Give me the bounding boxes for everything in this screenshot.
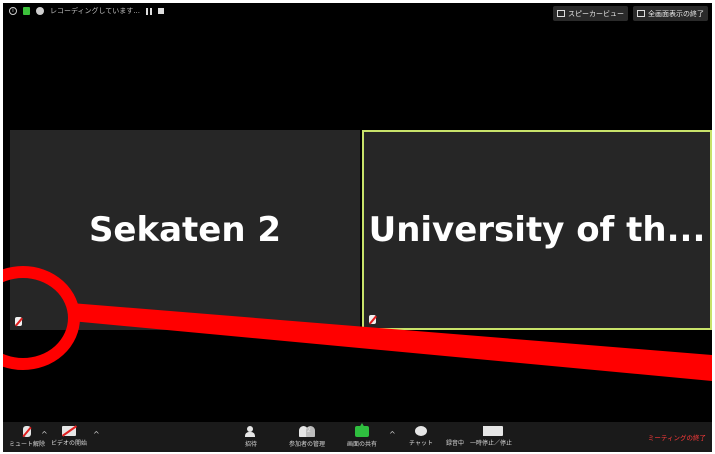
pause-stop-icon	[479, 426, 503, 436]
muted-mic-icon	[15, 317, 22, 326]
participant-name: University of th...	[368, 210, 706, 250]
muted-microphone-icon	[23, 426, 31, 437]
exit-fullscreen-icon	[637, 10, 645, 17]
start-video-button[interactable]: ビデオの開始	[51, 426, 87, 447]
unmute-button[interactable]: ミュート解除	[9, 426, 45, 448]
participants-label: 参加者の管理	[289, 441, 326, 448]
participant-name: Sekaten 2	[88, 210, 282, 250]
invite-label: 招待	[245, 441, 258, 448]
share-screen-button[interactable]: 画面の共有	[347, 423, 378, 448]
recording-status: 録音中	[446, 426, 464, 447]
chat-bubble-icon	[414, 426, 427, 436]
pause-stop-label: 一時停止／停止	[470, 440, 513, 447]
exit-fullscreen-label: 全画面表示の終了	[648, 9, 704, 18]
speaker-view-button[interactable]: スピーカービュー	[553, 6, 628, 21]
chat-button[interactable]: チャット	[409, 426, 433, 447]
recording-status-text: レコーディングしています...	[50, 7, 140, 15]
start-video-label: ビデオの開始	[51, 440, 88, 447]
stop-recording-icon[interactable]	[157, 8, 164, 14]
share-screen-icon	[355, 423, 369, 437]
chat-label: チャット	[409, 440, 433, 447]
meeting-window: i レコーディングしています... スピーカービュー 全画面表示の終了 Seka…	[3, 3, 712, 452]
audio-options-chevron-icon[interactable]: ^	[41, 430, 48, 439]
pause-stop-recording-button[interactable]: 一時停止／停止	[470, 426, 512, 447]
cloud-recording-icon	[36, 7, 44, 15]
pause-recording-icon[interactable]	[145, 7, 152, 15]
video-off-icon	[62, 426, 76, 436]
meeting-status-group: i レコーディングしています...	[9, 6, 164, 16]
invite-button[interactable]: 招待	[245, 426, 257, 448]
lock-icon[interactable]	[23, 7, 30, 15]
speaker-view-label: スピーカービュー	[568, 9, 624, 18]
speaker-view-icon	[557, 10, 565, 17]
bottom-toolbar: ミュート解除 ^ ビデオの開始 ^ 招待 2 参加者の管理 画面の共有 ^ チャ…	[3, 422, 712, 452]
share-options-chevron-icon[interactable]: ^	[389, 430, 396, 439]
participant-tile-active-speaker[interactable]: University of th...	[362, 130, 712, 330]
unmute-label: ミュート解除	[9, 441, 46, 448]
manage-participants-button[interactable]: 2 参加者の管理	[289, 426, 325, 448]
participants-count: 2	[307, 427, 311, 434]
share-screen-label: 画面の共有	[347, 441, 378, 448]
view-controls: スピーカービュー 全画面表示の終了	[553, 6, 708, 21]
end-meeting-button[interactable]: ミーティングの終了	[648, 432, 706, 442]
invite-person-icon	[245, 426, 257, 437]
video-options-chevron-icon[interactable]: ^	[93, 430, 100, 439]
muted-mic-icon	[369, 315, 376, 324]
exit-fullscreen-button[interactable]: 全画面表示の終了	[633, 6, 708, 21]
recording-label: 録音中	[446, 440, 465, 447]
info-icon[interactable]: i	[9, 7, 17, 15]
participant-tile[interactable]: Sekaten 2	[10, 130, 360, 330]
top-bar: i レコーディングしています... スピーカービュー 全画面表示の終了	[3, 3, 712, 23]
